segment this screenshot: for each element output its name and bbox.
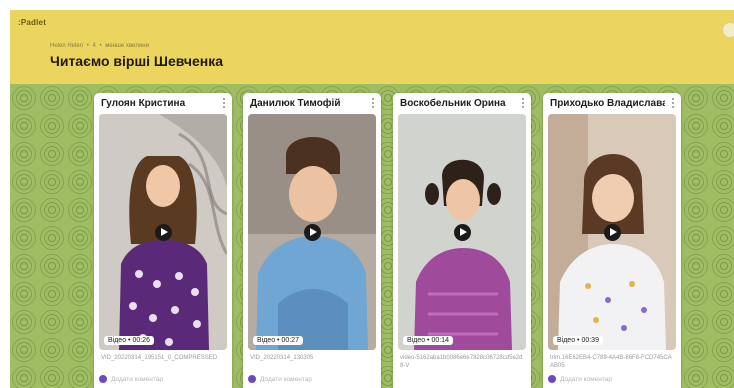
- commenter-avatar: [248, 375, 256, 383]
- video-thumbnail[interactable]: Відео • 00:14: [398, 114, 526, 350]
- comment-placeholder: Додати коментар: [560, 375, 612, 383]
- board-author: Helen Helen: [50, 43, 84, 49]
- header-action-button[interactable]: [722, 22, 734, 38]
- post-title: Приходько Владислава: [550, 98, 665, 109]
- board-header: :Padlet Helen Helen • 4 • менше хвилини …: [10, 10, 734, 84]
- more-vert-icon[interactable]: [220, 97, 228, 109]
- video-thumbnail[interactable]: Відео • 00:27: [248, 114, 376, 350]
- more-vert-icon[interactable]: [369, 97, 377, 109]
- add-comment[interactable]: Додати коментар: [248, 375, 312, 383]
- play-icon[interactable]: [304, 224, 321, 241]
- post-card[interactable]: Воскобельник Орина Відео • 00:14 video-5…: [393, 93, 531, 388]
- add-comment[interactable]: Додати коментар: [99, 375, 163, 383]
- video-thumbnail[interactable]: Відео • 00:26: [99, 114, 227, 350]
- post-card[interactable]: Данилюк Тимофій Відео • 00:27 VID_202203…: [243, 93, 381, 388]
- video-filename: trim.16E62EB4-C789-4A4B-86F8-FCD745CAAB0…: [550, 355, 672, 369]
- post-card[interactable]: Приходько Владислава Відео • 00:39 trim.…: [543, 93, 681, 388]
- commenter-avatar: [548, 375, 556, 383]
- play-icon[interactable]: [454, 224, 471, 241]
- post-title: Гулоян Кристина: [101, 98, 186, 109]
- board-title: Читаємо вірші Шевченка: [50, 53, 224, 69]
- video-filename: VID_20220314_130305: [250, 355, 314, 361]
- padlet-board: :Padlet Helen Helen • 4 • менше хвилини …: [0, 0, 734, 388]
- commenter-avatar: [99, 375, 107, 383]
- video-duration-badge: Відео • 00:26: [104, 336, 154, 345]
- video-filename: VID_20220314_195151_0_COMPRESSED: [101, 355, 218, 361]
- video-filename: video-5162aba1b0086e6e7828c06728cd5e2d8-…: [400, 355, 523, 369]
- board-likes: 4: [92, 43, 96, 49]
- play-icon[interactable]: [604, 224, 621, 241]
- board-meta: Helen Helen • 4 • менше хвилини: [50, 43, 149, 49]
- video-duration-badge: Відео • 00:39: [553, 336, 603, 345]
- video-thumbnail[interactable]: Відео • 00:39: [548, 114, 676, 350]
- more-vert-icon[interactable]: [669, 97, 677, 109]
- comment-placeholder: Додати коментар: [111, 375, 163, 383]
- post-title: Данилюк Тимофій: [250, 98, 341, 109]
- board-time: менше хвилини: [105, 43, 149, 49]
- video-duration-badge: Відео • 00:27: [253, 336, 303, 345]
- more-vert-icon[interactable]: [519, 97, 527, 109]
- play-icon[interactable]: [155, 224, 172, 241]
- post-title: Воскобельник Орина: [400, 98, 506, 109]
- video-duration-badge: Відео • 00:14: [403, 336, 453, 345]
- padlet-logo[interactable]: :Padlet: [18, 18, 46, 27]
- comment-placeholder: Додати коментар: [260, 375, 312, 383]
- post-card[interactable]: Гулоян Кристина Відео • 00:26 VID_202203…: [94, 93, 232, 388]
- add-comment[interactable]: Додати коментар: [548, 375, 612, 383]
